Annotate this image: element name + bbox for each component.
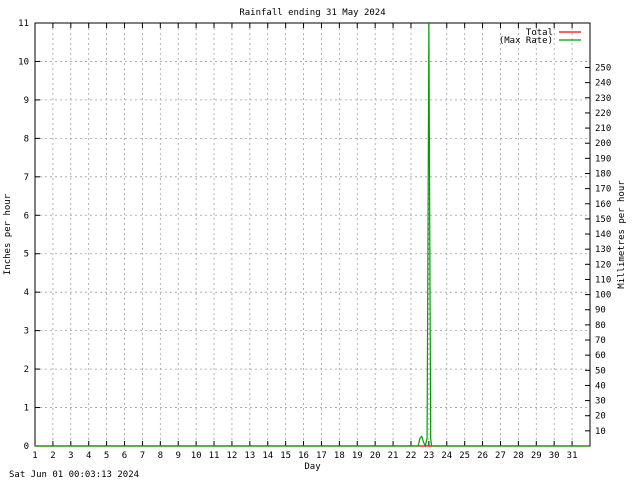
series-line-2 bbox=[35, 22, 590, 448]
x-tick-label: 6 bbox=[122, 451, 127, 461]
x-tick-label: 23 bbox=[423, 451, 434, 461]
y2-axis-label: Millimetres per hour bbox=[617, 180, 627, 289]
y2-tick-label: 230 bbox=[595, 94, 611, 104]
chart-title: Rainfall ending 31 May 2024 bbox=[239, 8, 385, 18]
x-tick-label: 4 bbox=[86, 451, 91, 461]
y-tick-label: 0 bbox=[24, 442, 29, 452]
plot-frame bbox=[34, 22, 591, 447]
y2-tick-label: 240 bbox=[595, 79, 611, 89]
y2-tick-label: 180 bbox=[595, 169, 611, 179]
x-tick-label: 27 bbox=[495, 451, 506, 461]
y2-tick-label: 160 bbox=[595, 200, 611, 210]
x-tick-label: 12 bbox=[227, 451, 238, 461]
x-tick-label: 2 bbox=[50, 451, 55, 461]
y2-tick-label: 100 bbox=[595, 291, 611, 301]
y2-tick-label: 210 bbox=[595, 124, 611, 134]
y2-tick-label: 70 bbox=[595, 336, 606, 346]
x-tick-label: 25 bbox=[459, 451, 470, 461]
y-tick-label: 11 bbox=[18, 19, 29, 29]
y2-tick-label: 190 bbox=[595, 154, 611, 164]
y2-tick-label: 110 bbox=[595, 275, 611, 285]
y-tick-label: 7 bbox=[24, 173, 29, 183]
x-tick-label: 24 bbox=[441, 451, 452, 461]
y2-tick-label: 200 bbox=[595, 139, 611, 149]
x-tick-label: 17 bbox=[316, 451, 327, 461]
y2-tick-label: 20 bbox=[595, 412, 606, 422]
x-tick-label: 15 bbox=[280, 451, 291, 461]
y2-tick-label: 10 bbox=[595, 427, 606, 437]
x-tick-label: 14 bbox=[262, 451, 273, 461]
x-tick-label: 8 bbox=[158, 451, 163, 461]
x-tick-label: 11 bbox=[209, 451, 220, 461]
x-tick-label: 31 bbox=[567, 451, 578, 461]
y2-tick-label: 120 bbox=[595, 260, 611, 270]
x-tick-label: 19 bbox=[352, 451, 363, 461]
y2-tick-label: 60 bbox=[595, 351, 606, 361]
x-tick-label: 1 bbox=[32, 451, 37, 461]
x-tick-label: 21 bbox=[388, 451, 399, 461]
x-tick-label: 28 bbox=[513, 451, 524, 461]
x-tick-label: 13 bbox=[244, 451, 255, 461]
y-axis-label: Inches per hour bbox=[3, 193, 13, 275]
x-tick-label: 3 bbox=[68, 451, 73, 461]
y-tick-label: 1 bbox=[24, 404, 29, 414]
y2-tick-label: 150 bbox=[595, 215, 611, 225]
x-tick-label: 20 bbox=[370, 451, 381, 461]
x-tick-label: 5 bbox=[104, 451, 109, 461]
y-tick-label: 9 bbox=[24, 96, 29, 106]
y2-tick-label: 80 bbox=[595, 321, 606, 331]
x-axis-label: Day bbox=[304, 462, 321, 472]
legend-label: (Max Rate) bbox=[499, 36, 553, 46]
x-tick-label: 26 bbox=[477, 451, 488, 461]
x-tick-label: 30 bbox=[549, 451, 560, 461]
y2-tick-label: 90 bbox=[595, 306, 606, 316]
x-tick-label: 10 bbox=[191, 451, 202, 461]
footer-timestamp: Sat Jun 01 00:03:13 2024 bbox=[9, 470, 140, 480]
y-tick-label: 4 bbox=[24, 288, 29, 298]
y2-tick-label: 40 bbox=[595, 381, 606, 391]
x-tick-label: 9 bbox=[176, 451, 181, 461]
y-tick-label: 2 bbox=[24, 365, 29, 375]
y2-tick-label: 220 bbox=[595, 109, 611, 119]
y2-tick-label: 140 bbox=[595, 230, 611, 240]
y2-tick-label: 50 bbox=[595, 366, 606, 376]
rainfall-chart: 1 2 3 4 5 6 7 8 9 10 11 12 13 14 15 16 17 18 19 20 21 22 23 24 2… bbox=[3, 8, 627, 472]
y-tick-label: 5 bbox=[24, 250, 29, 260]
x-tick-label: 7 bbox=[140, 451, 145, 461]
x-tick-label: 18 bbox=[334, 451, 345, 461]
y-tick-label: 10 bbox=[18, 57, 29, 67]
x-tick-label: 22 bbox=[406, 451, 417, 461]
y2-tick-label: 30 bbox=[595, 397, 606, 407]
y-tick-label: 8 bbox=[24, 134, 29, 144]
x-tick-label: 16 bbox=[298, 451, 309, 461]
y2-tick-label: 250 bbox=[595, 64, 611, 74]
y-tick-label: 3 bbox=[24, 327, 29, 337]
y-tick-label: 6 bbox=[24, 211, 29, 221]
x-tick-label: 29 bbox=[531, 451, 542, 461]
y2-tick-label: 130 bbox=[595, 245, 611, 255]
y2-tick-label: 170 bbox=[595, 185, 611, 195]
